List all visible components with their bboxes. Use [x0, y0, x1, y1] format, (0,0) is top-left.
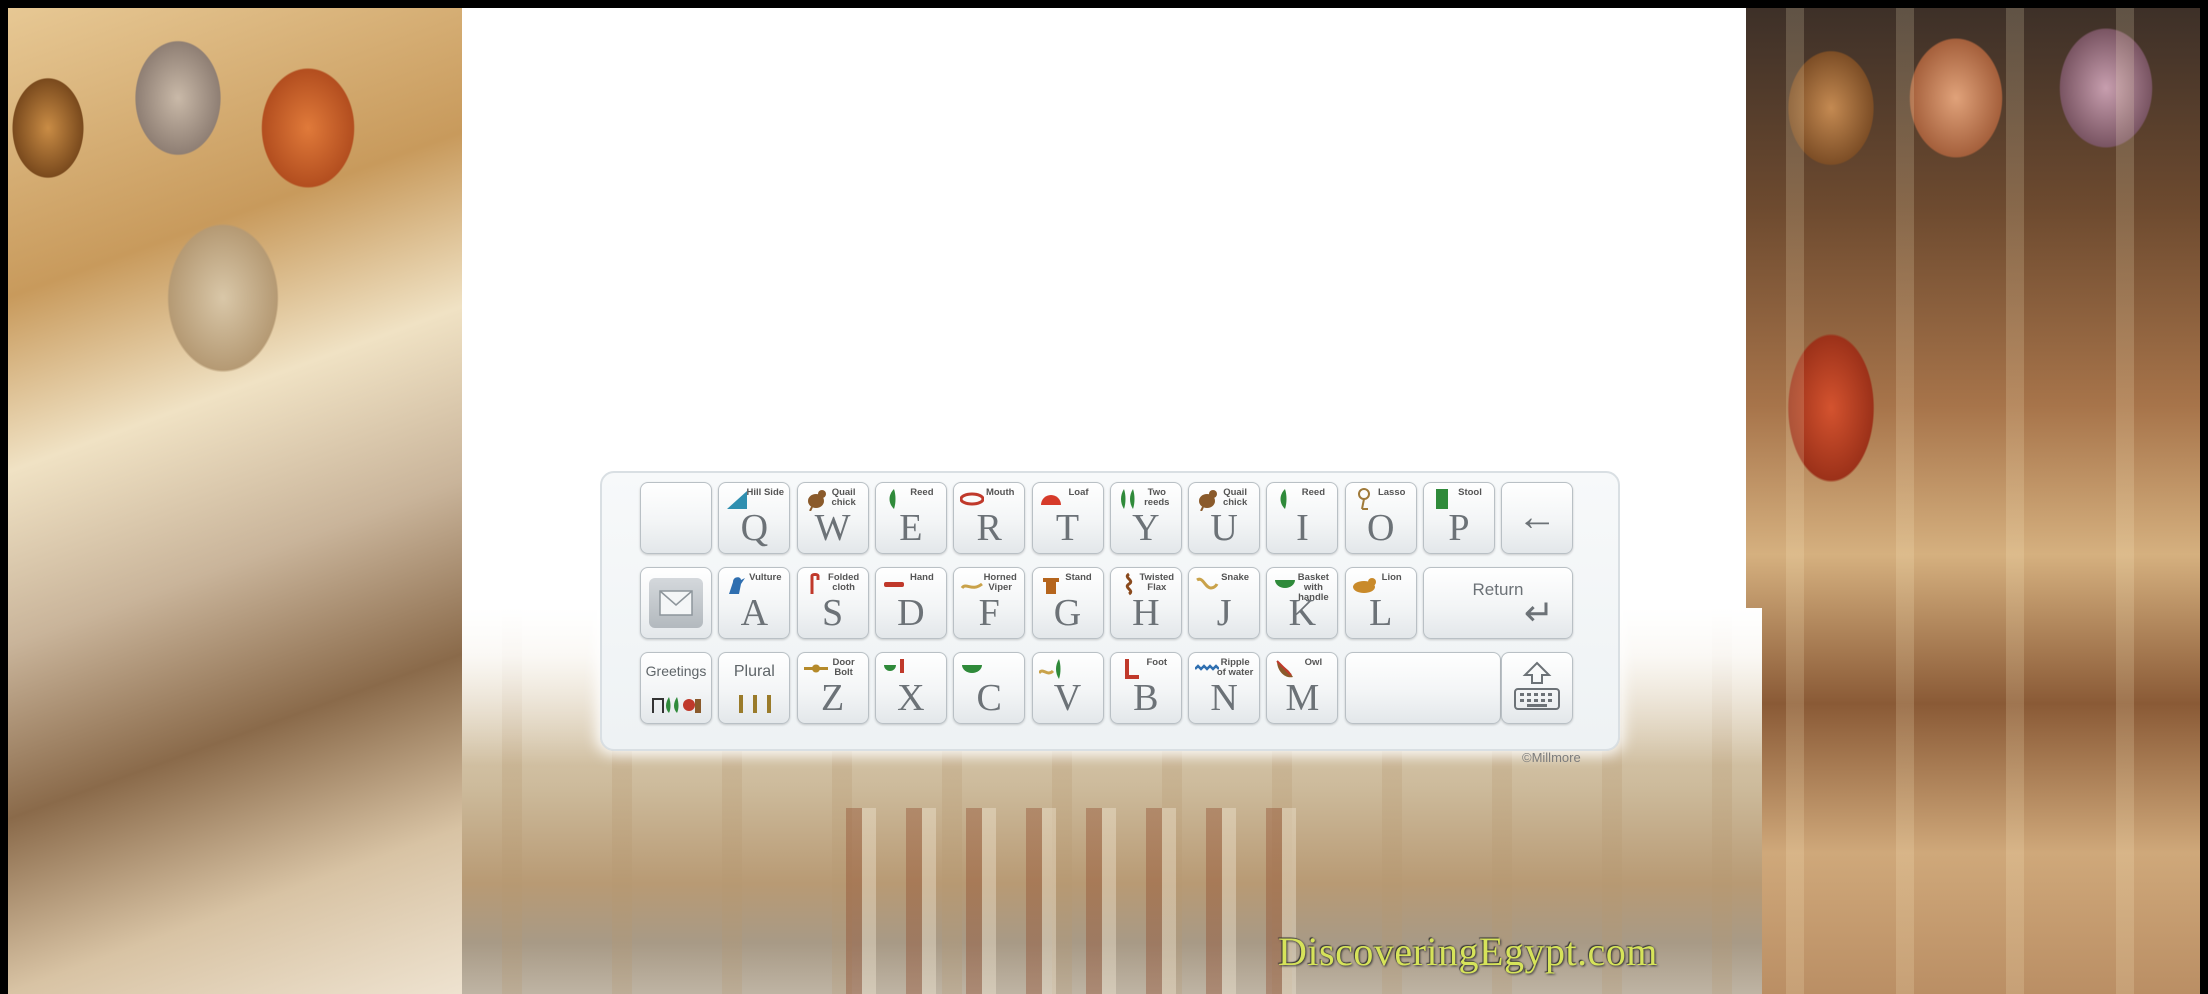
key-letter: M [1285, 677, 1320, 719]
key-letter: E [899, 507, 923, 549]
key-letter: Y [1132, 507, 1160, 549]
key-d[interactable]: Hand D [874, 567, 947, 639]
plural-strokes-icon [739, 695, 772, 713]
left-illustration-panel [8, 8, 462, 994]
sign-caption: Loaf [1068, 487, 1089, 498]
key-letter: A [740, 592, 769, 634]
key-letter: K [1288, 592, 1317, 634]
key-r[interactable]: Mouth R [953, 482, 1026, 554]
greetings-key[interactable]: Greetings [640, 652, 712, 724]
key-letter: J [1216, 592, 1232, 634]
key-letter: D [897, 592, 925, 634]
plural-label: Plural [733, 663, 775, 680]
key-letter: L [1369, 592, 1393, 634]
key-letter: H [1132, 592, 1160, 634]
key-v[interactable]: V [1031, 652, 1104, 724]
key-p[interactable]: Stool P [1423, 482, 1495, 554]
key-i[interactable]: Reed I [1266, 482, 1339, 554]
key-letter: U [1210, 507, 1238, 549]
key-n[interactable]: Ripple of water N [1188, 652, 1261, 724]
key-f[interactable]: Horned Viper F [953, 567, 1026, 639]
greetings-label: Greetings [645, 663, 707, 679]
key-letter: S [822, 592, 844, 634]
key-j[interactable]: Snake J [1188, 567, 1261, 639]
sign-caption: Mouth [985, 487, 1015, 498]
key-t[interactable]: Loaf T [1031, 482, 1104, 554]
backspace-key[interactable]: ← [1501, 482, 1574, 554]
key-g[interactable]: Stand G [1031, 567, 1104, 639]
key-letter: G [1053, 592, 1082, 634]
sign-caption: Stand [1065, 572, 1092, 583]
key-letter: Z [820, 677, 845, 719]
sign-caption: Reed [910, 487, 934, 498]
key-c[interactable]: C [953, 652, 1026, 724]
sign-caption: Owl [1304, 657, 1323, 668]
key-letter: B [1133, 677, 1159, 719]
key-a[interactable]: Vulture A [718, 567, 791, 639]
sign-caption: Lasso [1377, 487, 1406, 498]
sign-caption: Hand [910, 572, 934, 583]
key-letter: F [978, 592, 1000, 634]
key-letter: W [814, 507, 851, 549]
key-h[interactable]: Twisted Flax H [1109, 567, 1182, 639]
space-key[interactable] [1344, 652, 1501, 724]
key-letter: R [976, 507, 1002, 549]
key-letter: X [897, 677, 925, 719]
key-letter: N [1210, 677, 1238, 719]
greetings-glyphs-icon [652, 697, 701, 713]
key-letter: O [1366, 507, 1395, 549]
blank-key[interactable] [640, 482, 712, 554]
sign-caption: Two reeds [1144, 487, 1170, 508]
right-illustration-panel [1746, 8, 2200, 994]
sign-caption: Stool [1458, 487, 1482, 498]
temple-columns [1746, 8, 2200, 994]
key-y[interactable]: Two reeds Y [1109, 482, 1182, 554]
key-b[interactable]: Foot B [1109, 652, 1182, 724]
key-l[interactable]: Lion L [1344, 567, 1417, 639]
keyboard-toggle-key[interactable] [1501, 652, 1574, 724]
return-arrow-icon: ↵ [1523, 592, 1554, 633]
sign-caption: Quail chick [1222, 487, 1248, 508]
sign-caption: Reed [1301, 487, 1325, 498]
key-u[interactable]: Quail chick U [1188, 482, 1261, 554]
sign-caption: Foot [1146, 657, 1168, 668]
email-key[interactable] [640, 567, 712, 639]
sign-caption: Horned Viper [983, 572, 1017, 593]
key-e[interactable]: Reed E [874, 482, 947, 554]
key-letter: V [1053, 677, 1082, 719]
sign-caption: Quail chick [831, 487, 856, 508]
key-s[interactable]: Folded cloth S [796, 567, 869, 639]
sign-caption: Lion [1381, 572, 1402, 583]
key-letter: I [1296, 507, 1309, 549]
key-o[interactable]: Lasso O [1344, 482, 1417, 554]
return-key[interactable]: Return ↵ [1423, 567, 1573, 639]
sign-caption: Ripple of water [1216, 657, 1254, 678]
key-z[interactable]: Door Bolt Z [796, 652, 869, 724]
key-letter: P [1448, 507, 1470, 549]
key-letter: T [1055, 507, 1080, 549]
sign-caption: Hill Side [746, 487, 785, 498]
key-q[interactable]: Hill Side Q [718, 482, 791, 554]
key-m[interactable]: Owl M [1266, 652, 1339, 724]
keyboard-up-icon [1514, 661, 1561, 710]
key-letter: C [976, 677, 1002, 719]
key-w[interactable]: Quail chick W [796, 482, 869, 554]
mail-icon [649, 578, 703, 628]
key-k[interactable]: Basket with handle K [1266, 567, 1339, 639]
key-letter: Q [740, 507, 769, 549]
sign-caption: Vulture [749, 572, 782, 583]
sign-caption: Snake [1221, 572, 1250, 583]
sign-caption: Door Bolt [832, 657, 855, 678]
back-arrow-icon: ← [1517, 495, 1558, 539]
app-window: DiscoveringEgypt.com ©Millmore Hill Side… [0, 0, 2208, 994]
sign-caption: Twisted Flax [1139, 572, 1175, 593]
plural-key[interactable]: Plural [718, 652, 791, 724]
procession-figures [828, 808, 1308, 994]
site-watermark: DiscoveringEgypt.com [1278, 929, 1658, 974]
sign-caption: Folded cloth [828, 572, 860, 593]
copyright-credit: ©Millmore [1522, 750, 1581, 765]
key-x[interactable]: X [874, 652, 947, 724]
